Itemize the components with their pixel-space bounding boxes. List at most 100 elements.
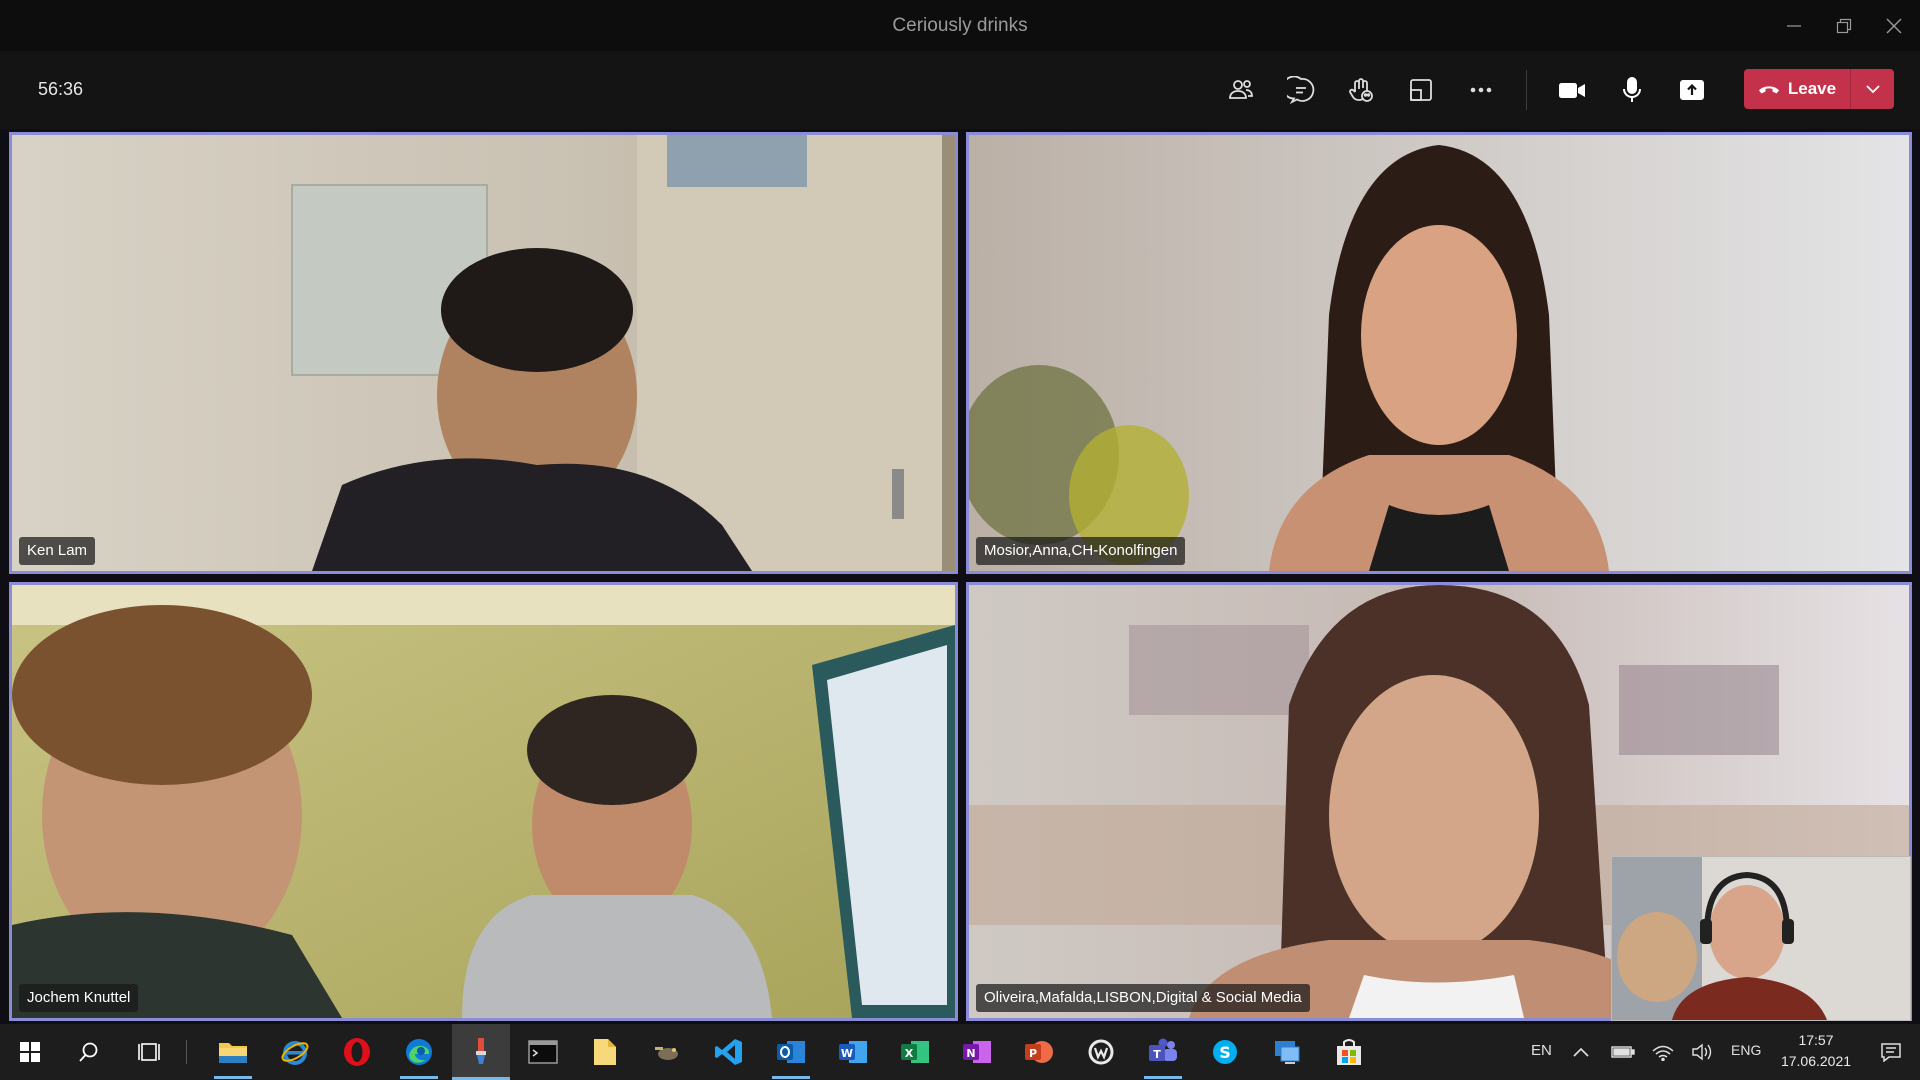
taskbar-game-app[interactable] — [638, 1024, 696, 1080]
taskbar-excel[interactable]: X — [886, 1024, 944, 1080]
taskbar-paint-app[interactable] — [452, 1024, 510, 1080]
participant-video — [12, 135, 955, 571]
taskbar-teams[interactable]: T — [1134, 1024, 1192, 1080]
chat-icon — [1287, 76, 1315, 104]
taskbar-opera[interactable] — [328, 1024, 386, 1080]
taskbar-vscode[interactable] — [700, 1024, 758, 1080]
svg-text:W: W — [841, 1047, 853, 1060]
meeting-toolbar: 56:36 Leave — [0, 51, 1920, 129]
start-button[interactable] — [1, 1024, 59, 1080]
restore-icon — [1836, 18, 1852, 33]
game-app-icon — [655, 1047, 678, 1060]
vscode-icon — [715, 1039, 742, 1065]
network-tray-button[interactable] — [1642, 1024, 1684, 1080]
taskbar-file-explorer[interactable] — [204, 1024, 262, 1080]
video-tile-jochem-knuttel[interactable]: Jochem Knuttel — [9, 582, 958, 1021]
taskbar-remote-desktop[interactable] — [1258, 1024, 1316, 1080]
microphone-icon — [1623, 77, 1641, 102]
microphone-button[interactable] — [1610, 68, 1654, 112]
share-icon — [1680, 80, 1704, 100]
clock-date: 17.06.2021 — [1780, 1053, 1852, 1069]
leave-label: Leave — [1787, 79, 1837, 98]
participant-name-tag: Mosior,Anna,CH-Konolfingen — [976, 537, 1186, 565]
taskbar-app-w[interactable] — [1072, 1024, 1130, 1080]
search-button[interactable] — [60, 1024, 118, 1080]
self-view-video[interactable] — [1611, 856, 1911, 1021]
video-tile-ken-lam[interactable]: Ken Lam — [9, 132, 958, 574]
input-language-indicator[interactable]: EN — [1531, 1042, 1552, 1059]
taskbar-word[interactable]: W — [824, 1024, 882, 1080]
toolbar-divider — [1526, 70, 1527, 110]
edge-icon — [406, 1039, 432, 1065]
more-actions-button[interactable] — [1459, 68, 1503, 112]
leave-options-button[interactable] — [1851, 69, 1894, 109]
window-title-bar: Ceriously drinks — [0, 0, 1920, 51]
internet-explorer-icon — [281, 1041, 309, 1065]
participant-video — [12, 585, 955, 1018]
close-button[interactable] — [1864, 0, 1920, 51]
svg-text:T: T — [1153, 1048, 1161, 1061]
participant-video — [969, 135, 1909, 571]
remote-desktop-icon — [1275, 1041, 1300, 1064]
taskbar-clock[interactable]: 17:57 17.06.2021 — [1766, 1030, 1866, 1072]
taskbar-divider — [186, 1040, 187, 1064]
breakout-rooms-button[interactable] — [1399, 68, 1443, 112]
file-explorer-icon — [219, 1043, 247, 1063]
store-icon — [1337, 1039, 1361, 1065]
volume-tray-button[interactable] — [1682, 1024, 1724, 1080]
participants-button[interactable] — [1219, 68, 1263, 112]
svg-text:X: X — [905, 1047, 914, 1060]
svg-text:S: S — [1219, 1043, 1231, 1062]
show-hidden-icons-button[interactable] — [1560, 1024, 1602, 1080]
chevron-up-icon — [1573, 1047, 1589, 1057]
notifications-button[interactable] — [1866, 1024, 1916, 1080]
video-tile-mosior-anna[interactable]: Mosior,Anna,CH-Konolfingen — [966, 132, 1912, 574]
terminal-icon — [528, 1040, 558, 1064]
raise-hand-icon — [1349, 78, 1373, 102]
close-icon — [1886, 18, 1902, 33]
opera-icon — [344, 1038, 370, 1066]
taskbar-notes-app[interactable] — [576, 1024, 634, 1080]
camera-button[interactable] — [1550, 68, 1594, 112]
meeting-timer: 56:36 — [38, 79, 84, 99]
task-view-icon — [138, 1043, 160, 1061]
battery-tray-button[interactable] — [1602, 1024, 1644, 1080]
rooms-icon — [1410, 79, 1432, 101]
onenote-icon: N — [963, 1041, 991, 1063]
leave-button-group: Leave — [1744, 69, 1894, 109]
windows-taskbar: W X N P T S EN ENG 17:57 17.06.2021 — [0, 1024, 1920, 1080]
participant-name-tag: Jochem Knuttel — [19, 984, 139, 1012]
paint-app-icon — [476, 1037, 486, 1064]
share-screen-button[interactable] — [1670, 68, 1714, 112]
wifi-icon — [1652, 1045, 1674, 1061]
participant-name-tag: Oliveira,Mafalda,LISBON,Digital & Social… — [976, 984, 1310, 1012]
clock-time: 17:57 — [1798, 1032, 1834, 1048]
keyboard-layout-indicator[interactable]: ENG — [1731, 1042, 1761, 1058]
reactions-button[interactable] — [1339, 68, 1383, 112]
task-view-button[interactable] — [120, 1024, 178, 1080]
more-icon — [1470, 87, 1492, 93]
skype-icon: S — [1213, 1040, 1237, 1064]
taskbar-powerpoint[interactable]: P — [1010, 1024, 1068, 1080]
start-icon — [20, 1042, 40, 1062]
taskbar-onenote[interactable]: N — [948, 1024, 1006, 1080]
minimize-icon — [1787, 24, 1801, 27]
taskbar-terminal[interactable] — [514, 1024, 572, 1080]
self-video — [1612, 857, 1910, 1020]
hang-up-icon — [1758, 86, 1779, 94]
search-icon — [79, 1042, 98, 1062]
chat-button[interactable] — [1279, 68, 1323, 112]
excel-icon: X — [901, 1041, 929, 1063]
leave-button[interactable]: Leave — [1744, 69, 1850, 109]
word-icon: W — [839, 1041, 867, 1063]
taskbar-outlook[interactable] — [762, 1024, 820, 1080]
taskbar-skype[interactable]: S — [1196, 1024, 1254, 1080]
svg-text:P: P — [1029, 1047, 1037, 1060]
powerpoint-icon: P — [1025, 1041, 1053, 1063]
notes-app-icon — [594, 1039, 616, 1065]
taskbar-store[interactable] — [1320, 1024, 1378, 1080]
taskbar-edge[interactable] — [390, 1024, 448, 1080]
taskbar-internet-explorer[interactable] — [266, 1024, 324, 1080]
window-title: Ceriously drinks — [892, 15, 1028, 36]
notification-icon — [1881, 1043, 1901, 1062]
